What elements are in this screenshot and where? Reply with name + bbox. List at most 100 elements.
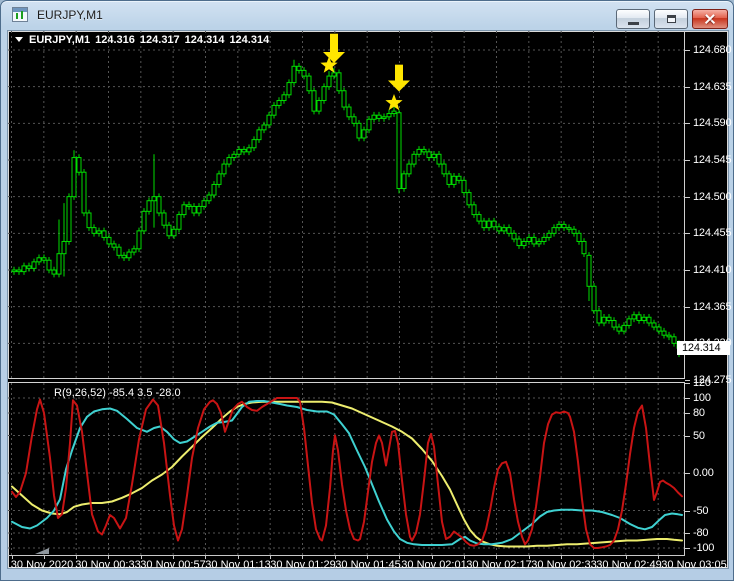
candle-body <box>596 310 602 324</box>
restore-button[interactable] <box>654 9 688 29</box>
candle-body <box>186 204 192 207</box>
subwindow-grip[interactable] <box>35 548 49 554</box>
candle-body <box>406 163 412 175</box>
time-axis-label: 30 Nov 01:13 <box>205 559 271 571</box>
axis-tick <box>685 233 690 235</box>
minimize-button[interactable] <box>616 9 650 29</box>
axis-tick <box>685 160 690 161</box>
restore-icon <box>667 15 676 23</box>
time-axis-label: 30 Nov 01:45 <box>335 559 401 571</box>
window-titlebar[interactable]: EURJPY,M1 <box>1 1 733 30</box>
candle-body <box>81 171 87 214</box>
axis-tick <box>685 270 690 271</box>
candle-body <box>611 320 617 328</box>
time-axis-tick <box>367 556 369 559</box>
candle-body <box>621 324 627 332</box>
candle-body <box>221 163 227 175</box>
candle-body <box>356 122 362 139</box>
price-axis-label: 124.365 <box>693 300 732 313</box>
candle-body <box>366 118 372 131</box>
price-axis[interactable]: 124.680 124.635 124.590 124.545 124.500 124.4… <box>684 31 732 555</box>
price-pane[interactable]: EURJPY,M1 124.316 124.317 124.314 124.314 <box>8 31 685 379</box>
candle-body <box>556 223 562 229</box>
candle-body <box>301 69 307 77</box>
candle-body <box>541 236 547 242</box>
cyan-indicator-line <box>11 400 683 546</box>
candle-body <box>161 212 167 226</box>
candle-body <box>296 65 302 71</box>
sell-arrow-icon[interactable] <box>395 64 403 82</box>
indicator-chart-svg[interactable] <box>8 383 685 555</box>
candle-body <box>391 110 397 115</box>
candle-body <box>86 212 92 229</box>
candle-body <box>126 251 132 259</box>
candle-body <box>51 269 57 275</box>
close-icon <box>704 13 716 25</box>
candle-body <box>11 269 17 273</box>
time-axis-tick <box>140 556 142 559</box>
axis-tick <box>685 380 690 381</box>
candle-body <box>351 116 357 124</box>
indicator-axis-label: 120 <box>693 377 711 389</box>
symbol-dropdown-icon[interactable] <box>15 37 23 42</box>
candle-body <box>561 223 567 229</box>
candle-body <box>506 227 512 234</box>
price-axis-label: 124.590 <box>693 117 732 130</box>
candle-body <box>96 230 102 234</box>
candle-body <box>146 200 152 212</box>
axis-tick <box>685 473 690 474</box>
time-axis-tick <box>108 556 110 559</box>
candle-body <box>476 214 482 222</box>
axis-tick <box>685 398 690 399</box>
candle-body <box>466 192 472 206</box>
time-axis-label: 30 Nov 00:33 <box>75 559 141 571</box>
candle-body <box>511 232 517 240</box>
indicator-pane[interactable]: R(9,26,52) -85.4 3.5 -28.0 <box>8 383 685 555</box>
axis-tick <box>685 123 690 125</box>
sell-arrow-icon[interactable] <box>388 80 410 92</box>
time-axis-label: 30 Nov 02:01 <box>401 559 467 571</box>
candle-body <box>346 106 352 118</box>
time-axis-label: 30 Nov 00:57 <box>140 559 206 571</box>
candle-body <box>166 224 172 237</box>
candle-body <box>481 220 487 229</box>
header-low: 124.314 <box>184 34 225 46</box>
candle-body <box>131 248 137 253</box>
candle-body <box>101 230 107 238</box>
close-button[interactable] <box>692 9 728 29</box>
time-axis-tick <box>76 556 78 559</box>
ohlc-header: EURJPY,M1 124.316 124.317 124.314 124.314 <box>15 34 274 46</box>
candle-body <box>606 316 612 322</box>
candle-body <box>276 100 282 106</box>
candle-body <box>396 112 402 190</box>
candle-body <box>206 194 212 202</box>
time-axis-tick <box>205 556 207 559</box>
candle-body <box>281 94 287 102</box>
time-axis-label: 30 Nov 02:17 <box>466 559 532 571</box>
chart-client-area[interactable]: EURJPY,M1 124.316 124.317 124.314 124.314 R(… <box>7 30 732 571</box>
time-axis-tick <box>593 556 595 559</box>
candle-body <box>211 183 217 196</box>
sell-arrow-icon[interactable] <box>330 33 338 54</box>
price-chart-svg[interactable] <box>8 31 685 379</box>
candle-body <box>401 173 407 190</box>
candle-body <box>436 153 442 165</box>
candle-body <box>191 205 197 214</box>
time-axis-tick <box>334 556 336 559</box>
candle-body <box>226 157 232 165</box>
sell-arrow-icon[interactable] <box>323 52 345 64</box>
candle-body <box>531 236 537 245</box>
time-axis[interactable]: 30 Nov 2020 30 Nov 00:33 30 Nov 00:57 30 No… <box>8 556 730 571</box>
candle-body <box>136 230 142 250</box>
time-axis-tick <box>270 556 272 559</box>
candle-body <box>566 227 572 230</box>
candle-body <box>501 227 507 232</box>
price-axis-label: 124.455 <box>693 227 732 240</box>
pane-separator[interactable] <box>8 378 685 383</box>
price-axis-label: 124.500 <box>693 190 732 203</box>
candle-body <box>46 259 52 271</box>
time-axis-tick <box>561 556 563 559</box>
candle-body <box>411 153 417 165</box>
candle-body <box>516 238 522 247</box>
candle-body <box>326 75 332 88</box>
